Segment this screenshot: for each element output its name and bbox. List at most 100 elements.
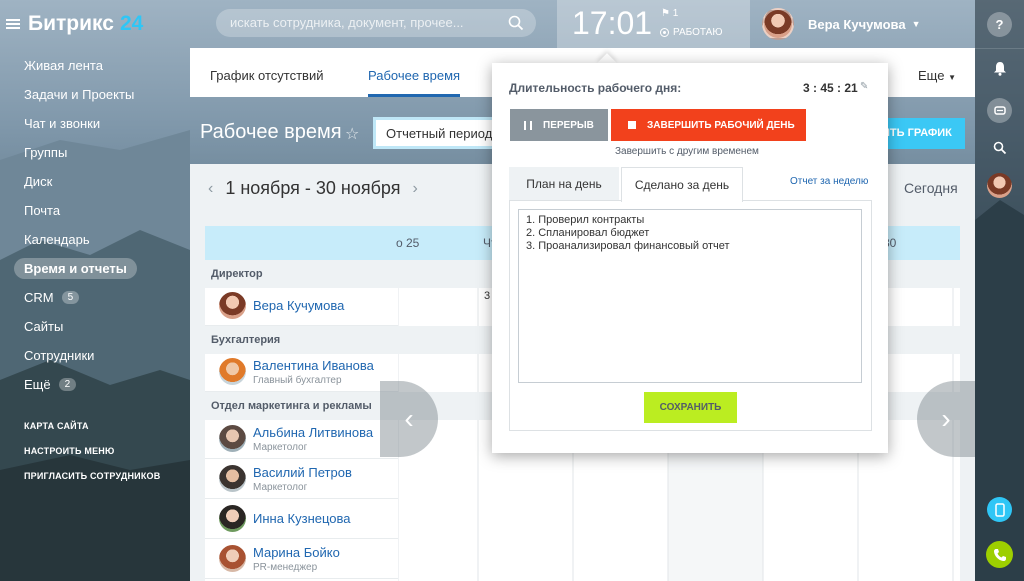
avatar	[219, 292, 246, 319]
tab-more[interactable]: Еще ▼	[918, 68, 956, 83]
logo[interactable]: Битрикс 24	[6, 11, 143, 37]
bell-icon[interactable]	[987, 56, 1012, 81]
counter-badge: 5	[61, 291, 80, 304]
sidebar: Живая лента Задачи и Проекты Чат и звонк…	[0, 48, 190, 488]
person-name[interactable]: Альбина Литвинова	[253, 425, 373, 440]
status-icon	[660, 28, 669, 37]
sitemap-link[interactable]: КАРТА САЙТА	[0, 413, 190, 438]
sidebar-item-time-reports[interactable]: Время и отчеты	[0, 254, 190, 283]
save-button[interactable]: СОХРАНИТЬ	[644, 392, 737, 423]
search-icon[interactable]	[987, 135, 1012, 160]
sidebar-item-disk[interactable]: Диск	[0, 167, 190, 196]
logo-number: 24	[119, 12, 144, 35]
tab-plan[interactable]: План на день	[509, 167, 619, 201]
call-icon[interactable]	[986, 541, 1013, 568]
person-role: Маркетолог	[253, 441, 308, 453]
top-bar: Битрикс 24 искать сотрудника, документ, …	[0, 0, 975, 48]
person-name[interactable]: Вера Кучумова	[253, 298, 344, 313]
sidebar-item-label: Диск	[24, 174, 53, 189]
person-role: Маркетолог	[253, 481, 308, 493]
table-row[interactable]: Инна Кузнецова	[205, 499, 398, 539]
sidebar-item-sites[interactable]: Сайты	[0, 312, 190, 341]
sidebar-item-tasks[interactable]: Задачи и Проекты	[0, 80, 190, 109]
user-menu[interactable]: Вера Кучумова ▼	[762, 7, 921, 41]
worktime-clock[interactable]: 17:01 ⚑ 1 РАБОТАЮ	[557, 0, 750, 48]
tab-done[interactable]: Сделано за день	[621, 167, 743, 202]
sidebar-item-label: Почта	[24, 203, 61, 218]
avatar[interactable]	[987, 173, 1012, 198]
help-icon[interactable]: ?	[987, 12, 1012, 37]
avatar	[219, 505, 246, 532]
week-report-link[interactable]: Отчет за неделю	[790, 176, 868, 187]
search-icon[interactable]	[508, 15, 524, 31]
table-row[interactable]: Марина Бойко PR-менеджер	[205, 539, 398, 579]
table-row[interactable]: Василий Петров Маркетолог	[205, 459, 398, 499]
divider	[975, 48, 1024, 49]
report-textarea[interactable]: 1. Проверил контракты 2. Спланировал бюд…	[518, 209, 862, 383]
sidebar-item-feed[interactable]: Живая лента	[0, 51, 190, 80]
sidebar-item-label: Задачи и Проекты	[24, 87, 135, 102]
star-icon[interactable]: ☆	[345, 124, 359, 144]
sidebar-item-calendar[interactable]: Календарь	[0, 225, 190, 254]
invite-employees-link[interactable]: ПРИГЛАСИТЬ СОТРУДНИКОВ	[0, 463, 190, 488]
user-name[interactable]: Вера Кучумова	[808, 17, 906, 32]
today-link[interactable]: Сегодня	[904, 180, 958, 196]
logo-name: Битрикс	[28, 12, 114, 35]
sidebar-item-label: Сотрудники	[24, 348, 95, 363]
period-filter[interactable]: Отчетный период п	[373, 117, 503, 149]
table-row[interactable]: Валентина Иванова Главный бухгалтер	[205, 352, 398, 392]
edit-icon[interactable]: ✎	[860, 81, 868, 92]
right-panel: ?	[975, 0, 1024, 581]
chat-icon[interactable]	[987, 98, 1012, 123]
person-name[interactable]: Василий Петров	[253, 465, 352, 480]
person-name[interactable]: Инна Кузнецова	[253, 511, 351, 526]
person-name[interactable]: Марина Бойко	[253, 545, 340, 560]
clock-flag: ⚑ 1	[661, 8, 679, 19]
stop-icon	[628, 121, 636, 129]
tab-absence[interactable]: График отсутствий	[210, 68, 323, 83]
finish-other-time-link[interactable]: Завершить с другим временем	[615, 146, 759, 157]
report-line: 2. Спланировал бюджет	[526, 227, 650, 239]
period-range: 1 ноября - 30 ноября	[225, 178, 401, 198]
period-navigation: ‹ 1 ноября - 30 ноября ›	[208, 178, 418, 199]
avatar	[219, 545, 246, 572]
phone-icon[interactable]	[987, 497, 1012, 522]
popup-tab-body: 1. Проверил контракты 2. Спланировал бюд…	[509, 200, 872, 431]
sidebar-item-chat[interactable]: Чат и звонки	[0, 109, 190, 138]
pause-button[interactable]: ПЕРЕРЫВ	[510, 109, 608, 141]
sidebar-item-crm[interactable]: CRM 5	[0, 283, 190, 312]
table-row[interactable]: Вера Кучумова	[205, 286, 398, 326]
pause-label: ПЕРЕРЫВ	[543, 119, 594, 131]
page-title: Рабочее время	[200, 121, 342, 143]
avatar[interactable]	[762, 8, 794, 40]
finish-label: ЗАВЕРШИТЬ РАБОЧИЙ ДЕНЬ	[647, 119, 795, 131]
sidebar-item-mail[interactable]: Почта	[0, 196, 190, 225]
finish-day-button[interactable]: ЗАВЕРШИТЬ РАБОЧИЙ ДЕНЬ	[611, 109, 806, 141]
avatar	[219, 465, 246, 492]
chevron-right-icon: ›	[941, 403, 951, 434]
person-name[interactable]: Валентина Иванова	[253, 358, 374, 373]
tab-active-indicator	[368, 94, 460, 97]
sidebar-item-label: Группы	[24, 145, 68, 160]
chevron-right-icon[interactable]: ›	[413, 180, 418, 198]
avatar	[219, 425, 246, 452]
avatar	[219, 358, 246, 385]
tab-worktime[interactable]: Рабочее время	[368, 68, 460, 83]
chevron-left-icon: ‹	[404, 403, 414, 434]
sidebar-item-more[interactable]: Ещё 2	[0, 370, 190, 399]
search-placeholder: искать сотрудника, документ, прочее...	[230, 15, 464, 30]
search-input[interactable]: искать сотрудника, документ, прочее...	[216, 9, 536, 37]
pause-icon	[524, 120, 532, 130]
configure-menu-link[interactable]: НАСТРОИТЬ МЕНЮ	[0, 438, 190, 463]
chevron-left-icon[interactable]: ‹	[208, 180, 213, 198]
chevron-down-icon[interactable]: ▼	[912, 19, 921, 29]
sidebar-item-groups[interactable]: Группы	[0, 138, 190, 167]
menu-icon[interactable]	[6, 18, 20, 30]
clock-status: РАБОТАЮ	[660, 27, 722, 38]
sidebar-item-employees[interactable]: Сотрудники	[0, 341, 190, 370]
counter-badge: 2	[58, 378, 77, 391]
report-line: 3. Проанализировал финансовый отчет	[526, 240, 730, 252]
sidebar-item-label: Время и отчеты	[14, 258, 137, 279]
table-row[interactable]: Альбина Литвинова Маркетолог	[205, 419, 398, 459]
flag-count: 1	[672, 8, 679, 19]
